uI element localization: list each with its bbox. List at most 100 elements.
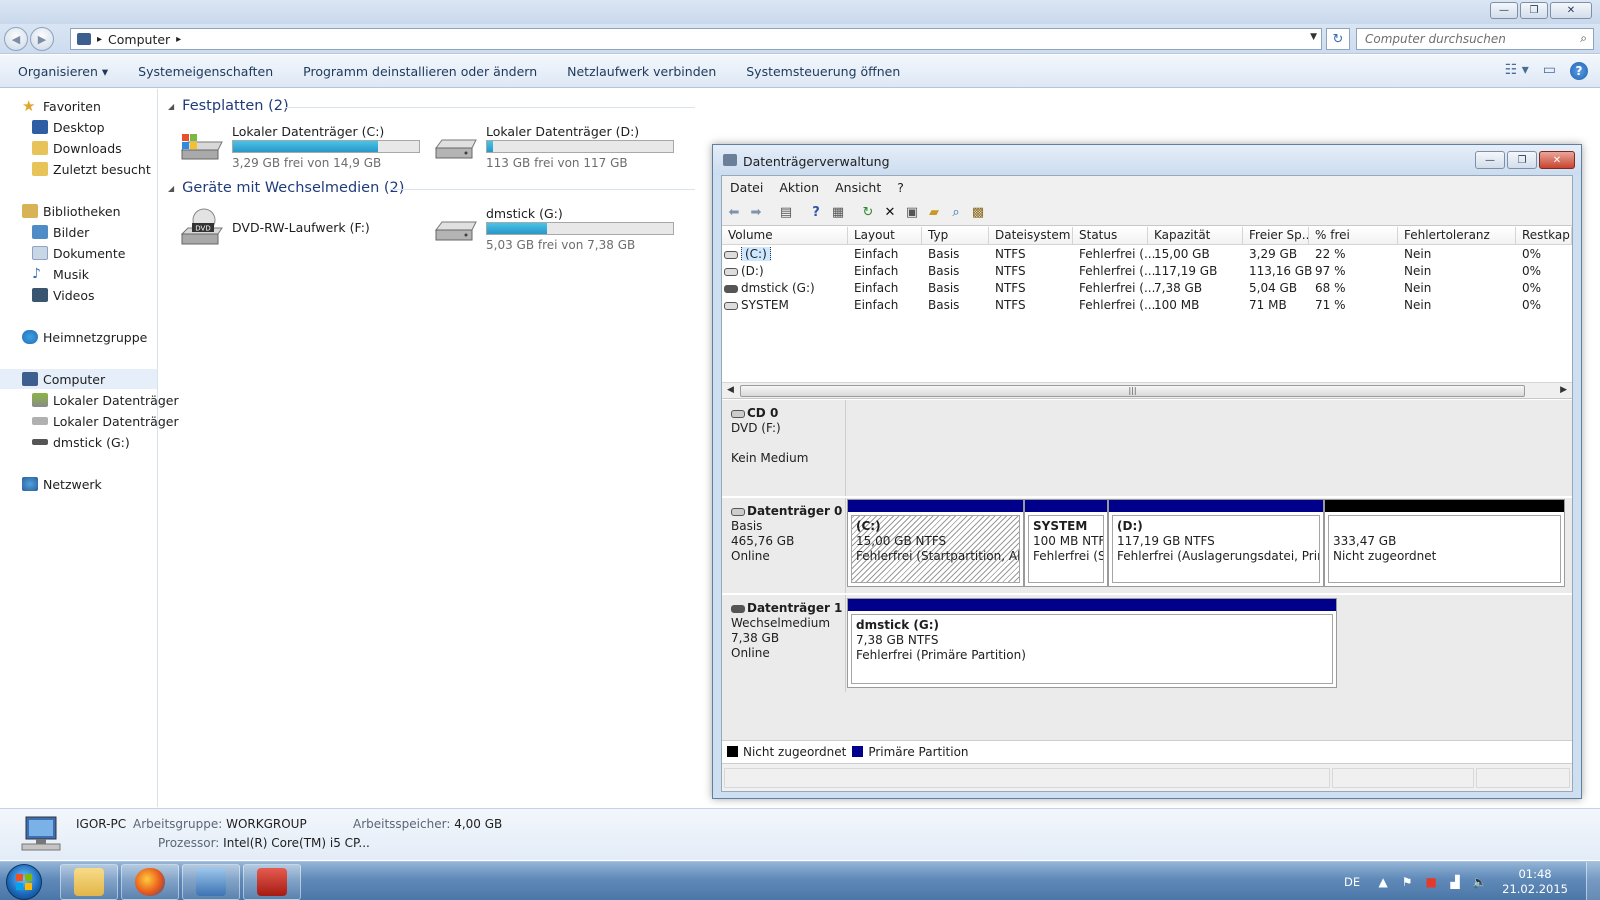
show-hidden-icons-icon[interactable]: ▲ xyxy=(1376,875,1390,889)
col-status[interactable]: Status xyxy=(1073,227,1148,245)
taskbar-firefox[interactable] xyxy=(121,864,179,900)
col-percent-free[interactable]: % frei xyxy=(1309,227,1398,245)
language-indicator[interactable]: DE xyxy=(1344,875,1360,889)
address-bar[interactable]: ▸ Computer ▸ ▼ xyxy=(70,28,1322,50)
help-icon[interactable]: ? xyxy=(1570,62,1588,80)
group-removable[interactable]: ◢ Geräte mit Wechselmedien (2) xyxy=(168,180,404,196)
menu-file[interactable]: Datei xyxy=(722,180,771,195)
explore-icon[interactable]: ⌕ xyxy=(948,204,964,220)
horizontal-scrollbar[interactable]: ◀ ||| ▶ xyxy=(722,382,1572,399)
nav-libraries[interactable]: Bibliotheken xyxy=(0,201,121,221)
console-tree-icon[interactable]: ▤ xyxy=(778,204,794,220)
network-signal-icon[interactable]: ▟ xyxy=(1448,875,1462,889)
start-button[interactable] xyxy=(6,864,42,900)
search-icon[interactable]: ⌕ xyxy=(1580,31,1587,46)
col-volume[interactable]: Volume xyxy=(722,227,848,245)
nav-downloads[interactable]: Downloads xyxy=(0,138,122,158)
collapse-triangle-icon[interactable]: ◢ xyxy=(168,184,174,193)
partition-c[interactable]: (C:) 15,00 GB NTFS Fehlerfrei (Startpartit… xyxy=(847,499,1024,587)
col-capacity[interactable]: Kapazität xyxy=(1148,227,1243,245)
breadcrumb-computer[interactable]: Computer xyxy=(108,32,170,47)
nav-music[interactable]: ♪ Musik xyxy=(0,264,89,284)
partition-unallocated[interactable]: 333,47 GB Nicht zugeordnet xyxy=(1324,499,1565,587)
maximize-button[interactable]: ❐ xyxy=(1520,2,1548,19)
preview-pane-icon[interactable]: ▭ xyxy=(1543,62,1556,80)
refresh-button[interactable]: ↻ xyxy=(1326,28,1350,50)
nav-computer[interactable]: Computer xyxy=(0,369,157,389)
open-control-panel-button[interactable]: Systemsteuerung öffnen xyxy=(731,64,915,79)
dm-close-button[interactable]: ✕ xyxy=(1539,151,1575,169)
partition-system[interactable]: SYSTEM100 MB NTFSFehlerfrei (Sys xyxy=(1024,499,1108,587)
drive-g-tile[interactable]: dmstick (G:) 5,03 GB frei von 7,38 GB xyxy=(432,206,682,254)
collapse-triangle-icon[interactable]: ◢ xyxy=(168,102,174,111)
scroll-right-icon[interactable]: ▶ xyxy=(1560,385,1567,395)
nav-network[interactable]: Netzwerk xyxy=(0,474,102,494)
table-row[interactable]: SYSTEM Einfach Basis NTFS Fehlerfrei (... 100… xyxy=(722,297,1572,314)
scrollbar-thumb[interactable]: ||| xyxy=(740,385,1525,397)
col-layout[interactable]: Layout xyxy=(848,227,922,245)
col-filesystem[interactable]: Dateisystem xyxy=(989,227,1073,245)
open-folder-icon[interactable]: ▰ xyxy=(926,204,942,220)
col-free-space[interactable]: Freier Sp... xyxy=(1243,227,1309,245)
security-icon[interactable]: ■ xyxy=(1424,875,1438,889)
nav-dmstick[interactable]: dmstick (G:) xyxy=(0,432,130,452)
volume-icon[interactable]: 🔈 xyxy=(1472,875,1487,889)
map-network-drive-button[interactable]: Netzlaufwerk verbinden xyxy=(552,64,731,79)
forward-arrow-icon[interactable]: ➡ xyxy=(748,204,764,220)
chevron-down-icon[interactable]: ▼ xyxy=(1310,32,1317,42)
col-fault-tolerance[interactable]: Fehlertoleranz xyxy=(1398,227,1516,245)
back-button[interactable]: ◀ xyxy=(4,27,28,51)
nav-favorites[interactable]: ★ Favoriten xyxy=(0,96,101,116)
nav-local-d[interactable]: Lokaler Datenträger xyxy=(0,411,179,431)
search-input[interactable]: Computer durchsuchen ⌕ xyxy=(1356,28,1594,50)
nav-local-c[interactable]: Lokaler Datenträger xyxy=(0,390,179,410)
nav-documents[interactable]: Dokumente xyxy=(0,243,125,263)
forward-button[interactable]: ▶ xyxy=(30,27,54,51)
dm-minimize-button[interactable]: — xyxy=(1475,151,1505,169)
organize-button[interactable]: Organisieren ▾ xyxy=(0,64,123,79)
back-arrow-icon[interactable]: ⬅ xyxy=(726,204,742,220)
drive-d-tile[interactable]: Lokaler Datenträger (D:) 113 GB frei von… xyxy=(432,124,682,172)
drive-c-tile[interactable]: Lokaler Datenträger (C:) 3,29 GB frei vo… xyxy=(178,124,428,172)
taskbar-explorer[interactable] xyxy=(60,864,118,900)
uninstall-program-button[interactable]: Programm deinstallieren oder ändern xyxy=(288,64,552,79)
nav-desktop[interactable]: Desktop xyxy=(0,117,105,137)
menu-help[interactable]: ? xyxy=(889,180,912,195)
help-icon[interactable]: ? xyxy=(808,204,824,220)
taskbar-computer-management[interactable] xyxy=(182,864,240,900)
delete-icon[interactable]: ✕ xyxy=(882,204,898,220)
nav-pictures[interactable]: Bilder xyxy=(0,222,89,242)
partition-g[interactable]: dmstick (G:) 7,38 GB NTFS Fehlerfrei (Prim… xyxy=(847,598,1337,688)
nav-recent[interactable]: Zuletzt besucht xyxy=(0,159,151,179)
drive-f-tile[interactable]: DVD DVD-RW-Laufwerk (F:) xyxy=(178,206,428,254)
disk-0-label[interactable]: Datenträger 0 Basis 465,76 GB Online xyxy=(722,498,846,593)
nav-homegroup[interactable]: Heimnetzgruppe xyxy=(0,327,147,347)
clock[interactable]: 01:48 21.02.2015 xyxy=(1502,867,1568,897)
table-row[interactable]: (C:) Einfach Basis NTFS Fehlerfrei (... 15,00… xyxy=(722,246,1572,263)
table-row[interactable]: (D:) Einfach Basis NTFS Fehlerfrei (... 117,1… xyxy=(722,263,1572,280)
breadcrumb-arrow[interactable]: ▸ xyxy=(97,34,102,45)
nav-videos[interactable]: Videos xyxy=(0,285,95,305)
system-properties-button[interactable]: Systemeigenschaften xyxy=(123,64,288,79)
group-hard-drives[interactable]: ◢ Festplatten (2) xyxy=(168,98,289,114)
show-desktop-button[interactable] xyxy=(1586,862,1600,900)
dm-maximize-button[interactable]: ❐ xyxy=(1507,151,1537,169)
disk-1-label[interactable]: Datenträger 1 Wechselmedium 7,38 GB Onli… xyxy=(722,595,846,692)
properties-icon[interactable]: ▣ xyxy=(904,204,920,220)
menu-view[interactable]: Ansicht xyxy=(827,180,889,195)
partition-d[interactable]: (D:) 117,19 GB NTFS Fehlerfrei (Auslagerun… xyxy=(1108,499,1324,587)
col-overhead[interactable]: Restkap xyxy=(1516,227,1572,245)
disk-cd0-label[interactable]: CD 0 DVD (F:) Kein Medium xyxy=(722,400,846,496)
taskbar-toolbox[interactable] xyxy=(243,864,301,900)
disk-management-titlebar[interactable]: Datenträgerverwaltung — ❐ ✕ xyxy=(713,145,1581,175)
table-row[interactable]: dmstick (G:) Einfach Basis NTFS Fehlerfrei (… xyxy=(722,280,1572,297)
view-options-icon[interactable]: ☷ ▾ xyxy=(1505,62,1529,80)
action-center-flag-icon[interactable]: ⚑ xyxy=(1400,875,1414,889)
minimize-button[interactable]: — xyxy=(1490,2,1518,19)
col-type[interactable]: Typ xyxy=(922,227,989,245)
list-view-icon[interactable]: ▦ xyxy=(830,204,846,220)
rescan-icon[interactable]: ↻ xyxy=(860,204,876,220)
menu-action[interactable]: Aktion xyxy=(771,180,827,195)
settings-icon[interactable]: ▩ xyxy=(970,204,986,220)
scroll-left-icon[interactable]: ◀ xyxy=(727,385,734,395)
